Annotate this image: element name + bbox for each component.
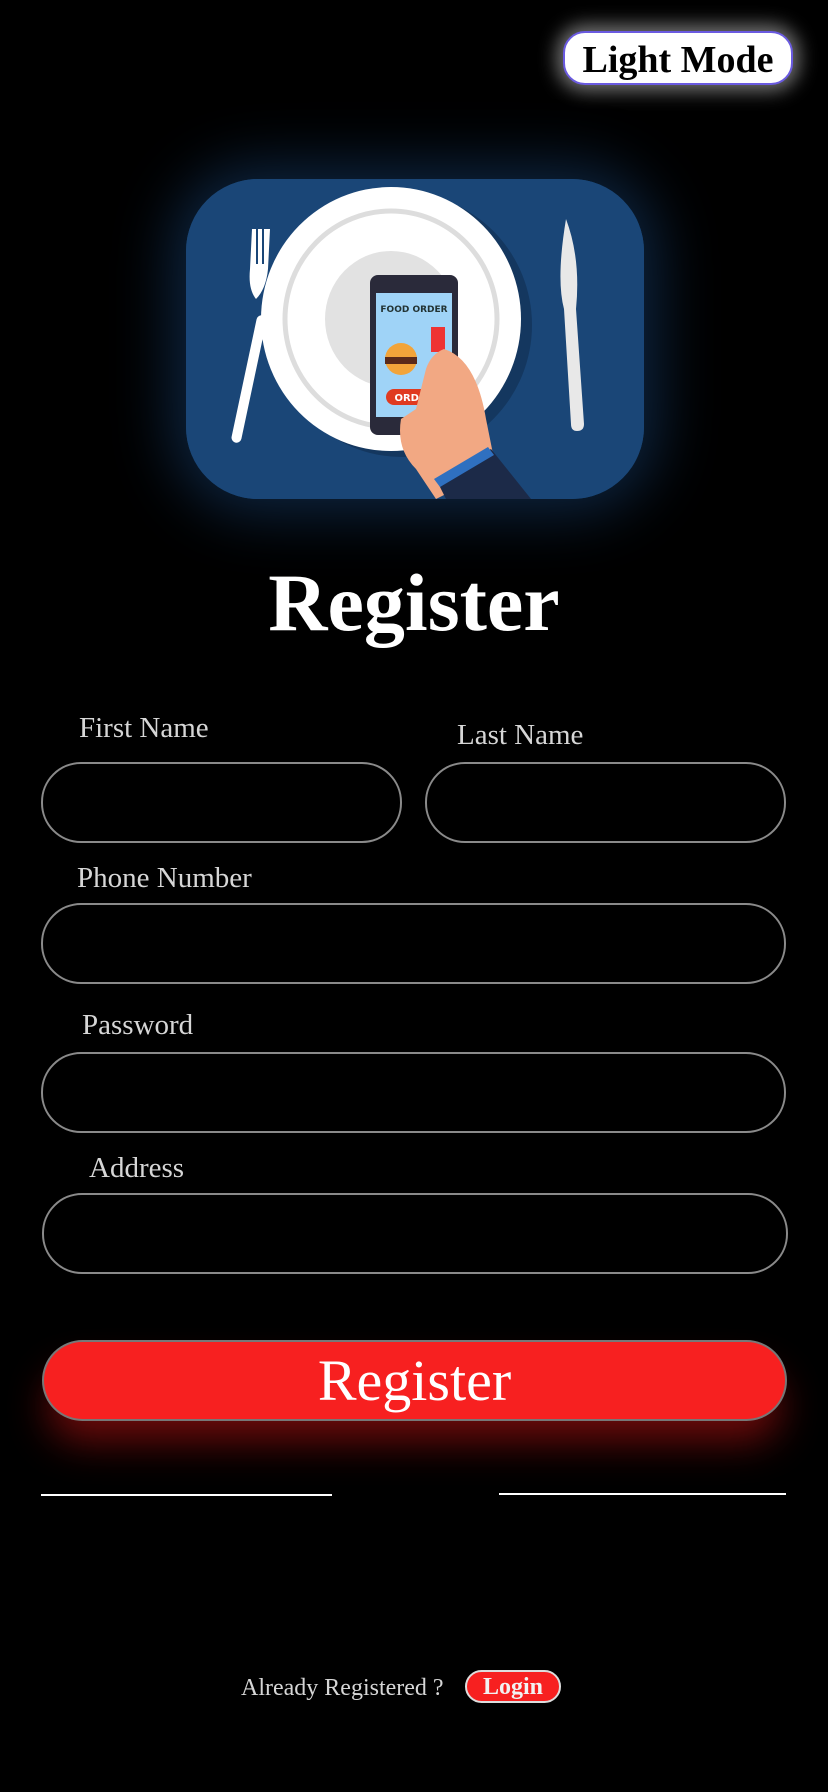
password-label: Password (82, 1009, 194, 1041)
food-order-illustration: FOOD ORDER ORDER (186, 179, 644, 499)
svg-text:FOOD ORDER: FOOD ORDER (380, 305, 447, 315)
page-title: Register (268, 557, 560, 648)
first-name-input[interactable] (41, 762, 402, 843)
last-name-label: Last Name (457, 719, 584, 751)
register-button[interactable]: Register (42, 1340, 787, 1421)
divider-right (499, 1493, 786, 1495)
address-label: Address (89, 1152, 185, 1184)
login-button[interactable]: Login (465, 1670, 561, 1703)
light-mode-toggle[interactable]: Light Mode (563, 31, 793, 85)
last-name-input[interactable] (425, 762, 786, 843)
phone-number-input[interactable] (41, 903, 786, 984)
already-registered-text: Already Registered ? (241, 1675, 444, 1701)
phone-number-label: Phone Number (77, 862, 252, 894)
hero-image: FOOD ORDER ORDER (186, 179, 644, 499)
password-input[interactable] (41, 1052, 786, 1133)
divider-left (41, 1494, 332, 1496)
address-input[interactable] (42, 1193, 788, 1274)
first-name-label: First Name (79, 712, 209, 744)
